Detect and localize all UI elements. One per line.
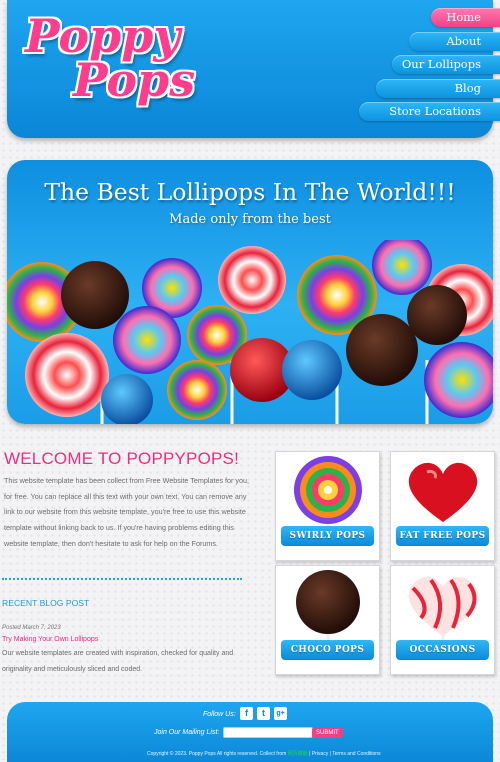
legal-separator: | bbox=[309, 751, 311, 757]
product-card-choco[interactable]: CHOCO POPS bbox=[275, 565, 380, 675]
nav-item-home[interactable]: Home bbox=[431, 8, 500, 27]
cgm-link[interactable]: 网页模板 bbox=[288, 751, 308, 757]
footer-legal: Copyright © 2023. Poppy Pops All rights … bbox=[147, 750, 381, 757]
poppy-pops-logo[interactable]: Poppy Pops bbox=[25, 9, 196, 107]
mailing-list-label: Join Our Mailing List: bbox=[154, 729, 220, 736]
follow-us-label: Follow Us: bbox=[203, 711, 236, 718]
nav-item-store-locations[interactable]: Store Locations bbox=[359, 102, 500, 121]
mailing-list-email-input[interactable] bbox=[223, 727, 313, 738]
blog-post-link[interactable]: Try Making Your Own Lollipops bbox=[2, 636, 98, 643]
welcome-text: This website template has been collect f… bbox=[4, 476, 250, 548]
twitter-icon[interactable]: t bbox=[257, 707, 270, 720]
lollipops-banner-image bbox=[7, 240, 493, 424]
footer: Follow Us: f t g+ Join Our Mailing List:… bbox=[7, 702, 493, 762]
product-card-occasions[interactable]: OCCASIONS bbox=[390, 565, 495, 675]
logo-word-1: Poppy bbox=[25, 9, 181, 63]
facebook-icon[interactable]: f bbox=[240, 707, 253, 720]
terms-link[interactable]: Terms and Conditions bbox=[332, 751, 380, 757]
blog-post-excerpt: Our website templates are created with i… bbox=[2, 650, 234, 673]
choco-pops-button[interactable]: CHOCO POPS bbox=[281, 640, 374, 660]
product-card-fat-free[interactable]: FAT FREE POPS bbox=[390, 451, 495, 561]
welcome-heading: WELCOME TO POPPYPOPS! bbox=[4, 449, 240, 468]
swirly-pops-button[interactable]: SWIRLY POPS bbox=[281, 526, 374, 546]
nav-item-blog[interactable]: Blog bbox=[376, 79, 500, 98]
copyright-text: Copyright © 2023. Poppy Pops All rights … bbox=[147, 751, 287, 757]
privacy-link[interactable]: Privacy bbox=[312, 751, 328, 757]
recent-blog-heading: RECENT BLOG POST bbox=[2, 598, 90, 608]
logo-word-2: Pops bbox=[73, 53, 196, 107]
googleplus-icon[interactable]: g+ bbox=[274, 707, 287, 720]
hero-title: The Best Lollipops In The World!!! bbox=[44, 178, 456, 206]
section-divider bbox=[2, 578, 242, 580]
fat-free-pops-button[interactable]: FAT FREE POPS bbox=[396, 526, 489, 546]
occasions-button[interactable]: OCCASIONS bbox=[396, 640, 489, 660]
submit-button[interactable]: SUBMIT bbox=[312, 728, 343, 738]
hero-subtitle: Made only from the best bbox=[169, 212, 331, 227]
nav-item-our-lollipops[interactable]: Our Lollipops bbox=[392, 55, 500, 74]
hero-banner: The Best Lollipops In The World!!! Made … bbox=[7, 160, 493, 424]
product-card-swirly[interactable]: SWIRLY POPS bbox=[275, 451, 380, 561]
post-date: Posted March 7, 2023 bbox=[2, 625, 61, 631]
nav-item-about[interactable]: About bbox=[409, 32, 500, 51]
legal-separator: | bbox=[329, 751, 331, 757]
